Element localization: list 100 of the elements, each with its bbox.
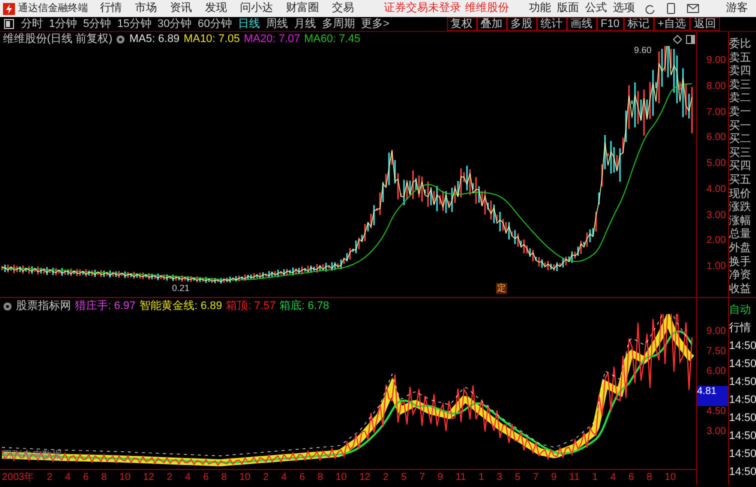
legend-item: 箱顶: 7.57 (226, 298, 276, 314)
quote-label: 卖五 (729, 52, 752, 65)
panel-toggle-icon[interactable] (4, 19, 14, 29)
menu-item[interactable]: 版面 (557, 0, 579, 17)
quote-label: 总量 (729, 228, 752, 242)
gear-icon[interactable] (116, 34, 126, 44)
menu-item[interactable]: 问小达 (240, 0, 273, 17)
quote-label: 收益 (729, 282, 752, 296)
axis-label: 5 (514, 471, 520, 485)
phone-icon[interactable] (667, 3, 675, 14)
period-tab[interactable]: 15分钟 (114, 16, 154, 32)
legend-item: MA5: 6.89 (129, 32, 180, 47)
axis-label: 11 (569, 471, 580, 485)
warning-note: 用到未来数据 (2, 448, 62, 463)
toolbar-button[interactable]: 统计 (536, 17, 567, 31)
axis-label: 8 (101, 471, 107, 485)
quote-label: 买五 (729, 174, 752, 188)
chart-title: 维维股份(日线 前复权) (3, 32, 112, 47)
message-icon[interactable] (687, 4, 699, 13)
axis-label: 2003年 (2, 471, 34, 485)
axis-label: 10 (664, 471, 676, 485)
toolbar-button[interactable]: +自选 (654, 17, 690, 31)
trade-label: 14:50 (729, 465, 756, 480)
toolbar-button[interactable]: F10 (596, 17, 624, 31)
trade-label: 14:50 (729, 447, 756, 462)
quote-label: 买四 (729, 160, 752, 174)
event-marker: 定 (496, 283, 507, 294)
axis-label: 12 (359, 471, 370, 485)
toolbar-button[interactable]: 多股 (506, 17, 537, 31)
menu-item[interactable]: 公式 (585, 0, 607, 17)
menu-item[interactable]: 交易 (332, 0, 354, 17)
axis-label: 2 (263, 471, 269, 485)
trade-label: 14:50 (729, 429, 756, 444)
period-tab[interactable]: 1分钟 (46, 16, 80, 32)
window-icon[interactable] (686, 35, 695, 44)
axis-label: 8 (221, 471, 227, 485)
quote-label: 涨幅 (729, 214, 752, 228)
quote-label: 卖四 (729, 65, 752, 79)
toolbar-button[interactable]: 叠加 (476, 17, 507, 31)
toolbar-button[interactable]: 返回 (690, 17, 720, 31)
axis-label: 2 (383, 471, 389, 485)
quote-label: 买三 (729, 146, 752, 160)
axis-label: 9 (551, 471, 557, 485)
quote-label: 买一 (729, 120, 752, 133)
axis-label: 2 (166, 471, 172, 485)
period-tab[interactable]: 30分钟 (154, 16, 195, 32)
refresh-icon[interactable] (645, 4, 655, 14)
axis-label: 9.00 (706, 56, 726, 68)
menu-item[interactable]: 行情 (100, 0, 122, 17)
period-tab[interactable]: 分时 (18, 16, 46, 32)
axis-label: 4.50 (706, 406, 727, 419)
quote-label: 外盘 (729, 242, 752, 256)
axis-label: 6 (299, 471, 305, 485)
period-tab[interactable]: 多周期 (319, 16, 358, 32)
period-tab[interactable]: 5分钟 (80, 16, 114, 32)
app-title: 通达信金融终端 (18, 2, 88, 16)
axis-label: 5.00 (706, 159, 726, 171)
axis-label: 4.00 (706, 184, 726, 197)
legend-item: MA10: 7.05 (184, 32, 240, 47)
menu-item[interactable]: 市场 (135, 0, 157, 17)
period-tab[interactable]: 月线 (291, 16, 319, 32)
period-tab[interactable]: 周线 (263, 16, 291, 32)
indicator-title: 股票指标网 (16, 298, 71, 314)
legend-item: 猎庄手: 6.97 (75, 298, 136, 314)
toolbar-button[interactable]: 复权 (446, 17, 477, 31)
trade-label: 14:50 (729, 339, 756, 354)
menu-item[interactable]: 发现 (205, 0, 227, 17)
axis-label: 10 (119, 471, 131, 485)
toolbar-button[interactable]: 标记 (624, 17, 654, 31)
axis-label: 5 (401, 471, 407, 485)
logo-icon (3, 2, 15, 14)
menu-item[interactable]: 资讯 (170, 0, 192, 17)
login-status: 证券交易未登录 (384, 0, 461, 16)
legend-item: MA60: 7.45 (304, 32, 360, 47)
period-tab[interactable]: 更多> (358, 16, 392, 32)
legend-item: MA20: 7.07 (244, 32, 300, 47)
quote-label: 卖一 (729, 106, 752, 120)
legend-item: 智能黄金线: 6.89 (140, 298, 222, 314)
trade-label: 自动 (729, 303, 752, 318)
menu-item[interactable]: 功能 (529, 0, 551, 17)
axis-label: 7.50 (706, 346, 727, 359)
axis-label: 4 (64, 471, 71, 485)
toolbar-button[interactable]: 画线 (566, 17, 597, 31)
period-tab[interactable]: 60分钟 (194, 16, 235, 32)
axis-label: 6.00 (706, 366, 727, 379)
menu-item[interactable]: 选项 (613, 0, 635, 17)
period-tab[interactable]: 日线 (235, 16, 263, 32)
gear-icon[interactable] (3, 302, 12, 310)
quote-label: 卖三 (729, 78, 752, 92)
menu-item[interactable]: 财富圈 (286, 0, 319, 17)
user-name[interactable]: 游客 (726, 0, 748, 17)
axis-label: 4 (184, 471, 190, 485)
axis-label: 6 (203, 471, 209, 485)
axis-label: 1 (592, 471, 598, 485)
axis-label: 8 (317, 471, 324, 485)
diamond-icon[interactable] (673, 35, 682, 44)
axis-label: 1.00 (706, 262, 726, 274)
axis-label: 4 (281, 471, 287, 485)
trade-label: 14:50 (729, 357, 756, 372)
axis-label: 6 (628, 471, 634, 485)
